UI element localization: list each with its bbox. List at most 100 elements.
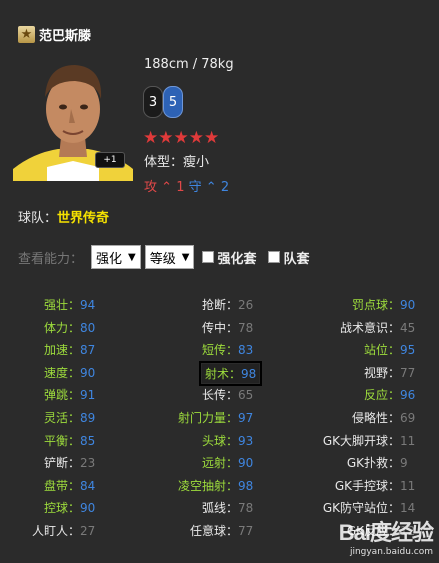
stat-label: 战术意识： <box>339 320 400 335</box>
stat-col1-row: 盘带：84 <box>44 477 95 494</box>
stat-col2-row: 短传：83 <box>202 341 253 358</box>
stat-col3-row: 站位：95 <box>364 341 415 358</box>
stat-label: 罚点球： <box>351 298 400 312</box>
stat-label: 传中： <box>201 320 238 335</box>
stat-label: 射术： <box>204 366 241 381</box>
stat-label: 灵活： <box>43 411 80 425</box>
stat-col2-row: 长传：65 <box>202 386 253 403</box>
defense-value: 2 <box>220 180 230 195</box>
stat-value: 87 <box>80 343 96 358</box>
stat-value: 96 <box>400 388 416 403</box>
stat-col1-row: 加速：87 <box>44 341 95 358</box>
stat-col3-row: GK手控球：11 <box>335 477 415 494</box>
stat-value: 26 <box>238 298 254 312</box>
stat-value: 93 <box>238 433 254 448</box>
stat-col3-row: 罚点球：90 <box>352 296 415 313</box>
stat-value: 83 <box>238 343 254 358</box>
stat-label: 加速： <box>43 343 80 358</box>
filter-row: 查看能力： 强化 ▼ 等级 ▼ 强化套 队套 <box>18 245 309 269</box>
baidu-watermark: Bai度经验 jingyan.baidu.com <box>339 515 434 557</box>
stat-value: 9 <box>400 456 408 471</box>
stat-value: 27 <box>80 524 96 538</box>
stat-value: 90 <box>80 365 96 380</box>
stat-value: 78 <box>238 320 254 335</box>
stat-value: 98 <box>238 478 254 493</box>
level-select[interactable]: 等级 ▼ <box>144 245 195 269</box>
stat-col3-row: GK扑救：9 <box>347 454 408 471</box>
stat-col2-row: 凌空抽射：98 <box>178 477 253 494</box>
filter-label: 查看能力： <box>18 251 84 267</box>
star-rating: ★★★★★ <box>143 128 220 148</box>
stat-col1-row: 控球：90 <box>44 499 95 516</box>
stat-col3-row: GK大脚开球：11 <box>323 432 415 449</box>
defense-arrow-icon: ⌃ <box>205 180 217 195</box>
stat-label: 盘带： <box>43 478 80 493</box>
player-name: 范巴斯滕 <box>39 29 92 44</box>
stat-label: 射门力量： <box>177 411 238 425</box>
stat-label: 长传： <box>201 388 238 403</box>
enhance-set-checkbox[interactable] <box>202 251 215 263</box>
stat-col2-row: 射门力量：97 <box>178 409 253 426</box>
level-select-value: 等级 <box>149 251 176 267</box>
stat-label: 弧线： <box>201 501 238 516</box>
stat-label: 抢断： <box>201 298 238 312</box>
stat-col3-row: 视野：77 <box>364 364 415 381</box>
height-weight: 188cm / 78kg <box>144 57 234 72</box>
upgrade-badge: +1 <box>95 152 125 168</box>
team-set-checkbox[interactable] <box>268 251 281 263</box>
stat-col1-row: 铲断：23 <box>44 454 95 471</box>
stat-col3-row: 反应：96 <box>364 386 415 403</box>
stat-col2-row: 弧线：78 <box>202 499 253 516</box>
stat-col1-row: 弹跳：91 <box>44 386 95 403</box>
stat-label: 速度： <box>43 365 80 380</box>
team-value[interactable]: 世界传奇 <box>57 211 109 226</box>
dropdown-arrow-icon: ▼ <box>128 251 136 263</box>
enhance-set-label: 强化套 <box>217 251 257 267</box>
work-rate: 攻 ⌃ 1 守 ⌃ 2 <box>144 176 229 195</box>
stat-label: 反应： <box>363 388 400 403</box>
stat-col2-row: 任意球：77 <box>190 522 253 539</box>
stat-value: 85 <box>80 433 96 448</box>
enhance-select[interactable]: 强化 ▼ <box>91 245 141 269</box>
stat-label: GK防守站位： <box>322 501 400 516</box>
stat-value: 90 <box>400 298 416 312</box>
stat-label: 体力： <box>43 320 80 335</box>
attack-value: 1 <box>176 180 185 195</box>
stat-label: 人盯人： <box>31 524 80 538</box>
stat-label: 任意球： <box>189 524 238 538</box>
stat-value: 90 <box>238 456 254 471</box>
stat-value: 90 <box>80 501 96 516</box>
stat-label: 凌空抽射： <box>177 478 238 493</box>
stat-label: 远射： <box>201 456 238 471</box>
stat-label: GK手控球： <box>334 478 400 493</box>
stat-value: 80 <box>80 320 96 335</box>
stat-label: 视野： <box>363 365 400 380</box>
stat-value: 77 <box>238 524 254 538</box>
left-foot-value: 3 <box>148 94 158 110</box>
stat-label: GK扑救： <box>346 456 400 471</box>
stat-col1-row: 体力：80 <box>44 319 95 336</box>
stat-col1-row: 平衡：85 <box>44 432 95 449</box>
enhance-select-value: 强化 <box>96 251 123 267</box>
stat-value: 11 <box>400 433 416 448</box>
stat-label: 站位： <box>363 343 400 358</box>
stat-value: 77 <box>400 365 416 380</box>
stat-value: 95 <box>400 343 416 358</box>
attack-label: 攻 <box>144 180 158 195</box>
stat-label: 头球： <box>201 433 238 448</box>
stat-col1-row: 速度：90 <box>44 364 95 381</box>
star-badge-icon: ★ <box>18 26 35 43</box>
stat-value: 94 <box>80 298 96 312</box>
stat-value: 89 <box>80 411 96 425</box>
team-label: 球队： <box>18 211 58 226</box>
stat-value: 98 <box>241 366 257 381</box>
stat-label: 弹跳： <box>43 388 80 403</box>
stat-label: 控球： <box>43 501 80 516</box>
stat-value: 69 <box>400 411 416 425</box>
stat-col3-row: 侵略性：69 <box>352 409 415 426</box>
stat-label: 铲断： <box>43 456 80 471</box>
stat-value: 14 <box>400 501 416 516</box>
stat-label: 强壮： <box>43 298 80 312</box>
stat-label: 短传： <box>201 343 238 358</box>
stat-value: 84 <box>80 478 96 493</box>
